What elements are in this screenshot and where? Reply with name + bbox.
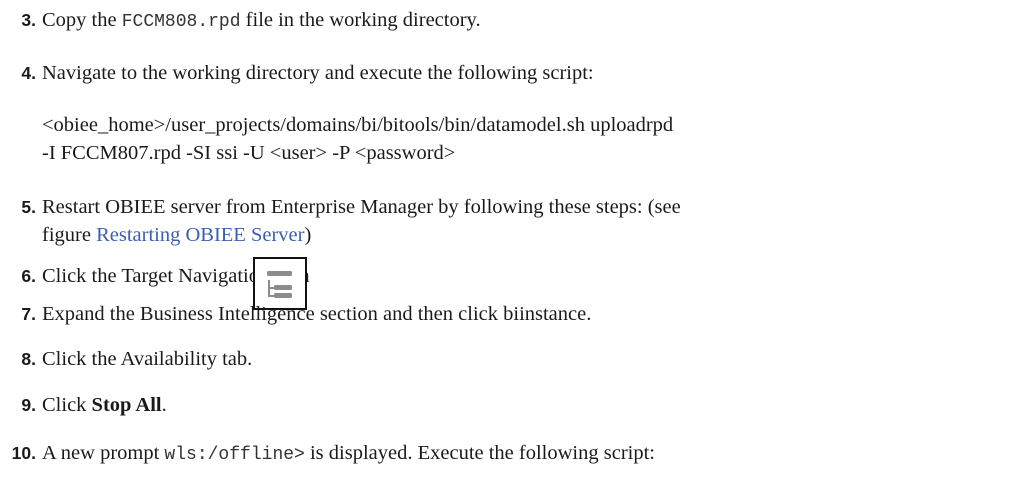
script-line-1: <obiee_home>/user_projects/domains/bi/bi… (42, 114, 674, 136)
step-number: 6. (21, 266, 36, 286)
step-number: 4. (21, 63, 36, 83)
step-number: 3. (21, 10, 36, 30)
step-number: 5. (21, 197, 36, 217)
step-number: 10. (11, 443, 36, 463)
step-text: Click Stop All. (42, 394, 167, 416)
step-text: Click the Availability tab. (42, 348, 253, 370)
code-prompt: wls:/offline> (164, 445, 305, 465)
step-5-line-2: figure Restarting OBIEE Server) (42, 224, 312, 246)
step-number: 7. (21, 304, 36, 324)
step-text: Restart OBIEE server from Enterprise Man… (42, 196, 681, 218)
restarting-obiee-server-link[interactable]: Restarting OBIEE Server (96, 224, 304, 246)
step-number: 9. (21, 395, 36, 415)
step-text: Copy the FCCM808.rpd file in the working… (42, 9, 481, 32)
step-text: Expand the Business Intelligence section… (42, 303, 592, 325)
step-text: Navigate to the working directory and ex… (42, 62, 594, 84)
step-number: 8. (21, 349, 36, 369)
stop-all-label: Stop All (91, 394, 162, 416)
script-line-2: -I FCCM807.rpd -SI ssi -U <user> -P <pas… (42, 142, 456, 164)
step-text: A new prompt wls:/offline> is displayed.… (42, 442, 655, 465)
code-filename: FCCM808.rpd (121, 12, 241, 32)
